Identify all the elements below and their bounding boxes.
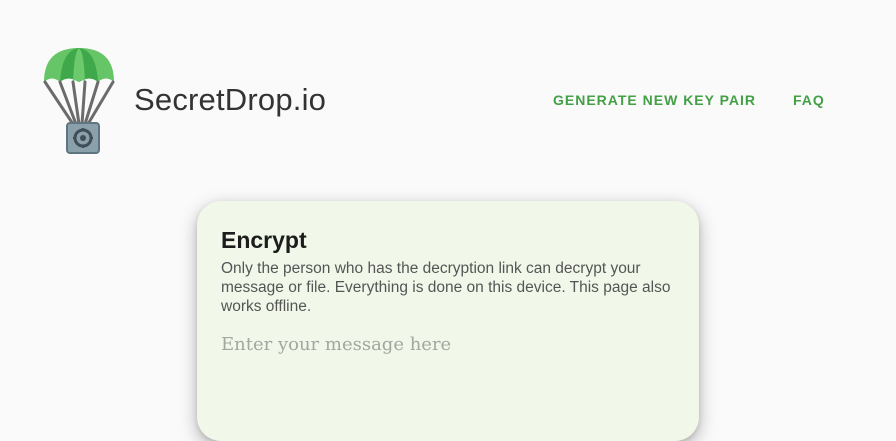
parachute-logo-icon[interactable]	[40, 44, 118, 156]
nav-generate-key-pair[interactable]: GENERATE NEW KEY PAIR	[553, 92, 756, 108]
encrypt-card: Encrypt Only the person who has the decr…	[197, 201, 699, 441]
card-description: Only the person who has the decryption l…	[221, 260, 671, 315]
nav-faq[interactable]: FAQ	[793, 92, 825, 108]
app-header: SecretDrop.io GENERATE NEW KEY PAIR FAQ	[0, 0, 896, 170]
message-input[interactable]	[221, 334, 675, 434]
card-title: Encrypt	[221, 227, 307, 253]
brand-title[interactable]: SecretDrop.io	[134, 82, 326, 118]
